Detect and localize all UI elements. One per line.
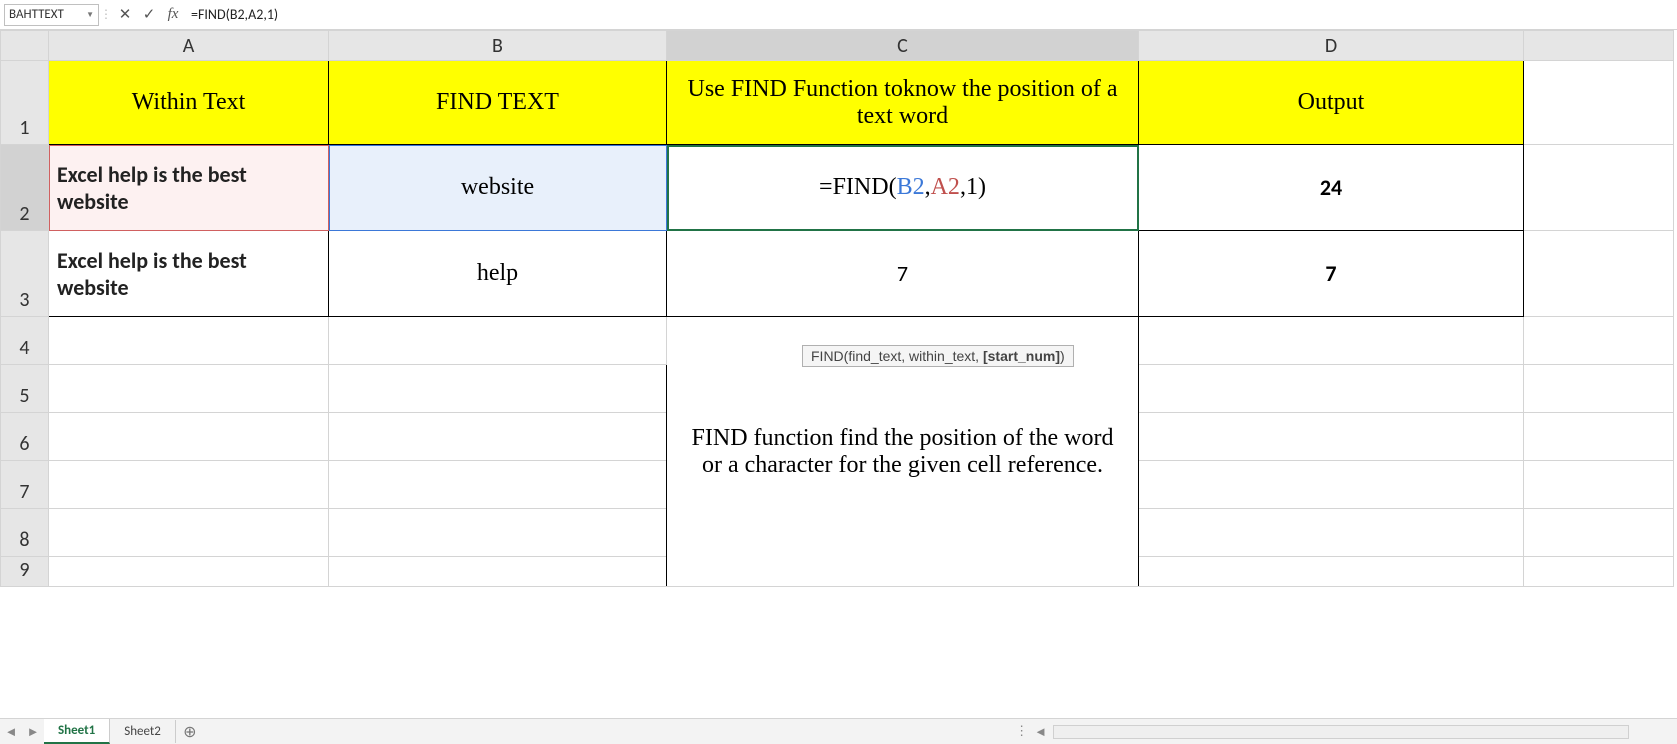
name-box[interactable]: BAHTTEXT ▼ — [4, 4, 99, 26]
tooltip-args: (find_text, within_text, — [844, 348, 983, 364]
select-all-corner[interactable] — [1, 31, 49, 61]
scroll-sep-icon: ⋮ — [1015, 724, 1028, 739]
tooltip-bold-arg: [start_num] — [983, 348, 1060, 364]
cell-E2[interactable] — [1524, 145, 1674, 231]
cell-E9[interactable] — [1524, 557, 1674, 587]
cell-C2[interactable]: =FIND(B2,A2,1) — [667, 145, 1139, 231]
row-header-6[interactable]: 6 — [1, 413, 49, 461]
row-header-8[interactable]: 8 — [1, 509, 49, 557]
cell-A2[interactable]: Excel help is the best website — [49, 145, 329, 231]
row-header-4[interactable]: 4 — [1, 317, 49, 365]
note-text: FIND function find the position of the w… — [667, 415, 1138, 489]
enter-icon[interactable]: ✓ — [137, 4, 161, 26]
tooltip-fn: FIND — [811, 348, 844, 364]
cell-C1[interactable]: Use FIND Function toknow the position of… — [667, 61, 1139, 145]
cell-A8[interactable] — [49, 509, 329, 557]
cell-B1[interactable]: FIND TEXT — [329, 61, 667, 145]
row-header-1[interactable]: 1 — [1, 61, 49, 145]
cell-D6[interactable] — [1139, 413, 1524, 461]
row-header-2[interactable]: 2 — [1, 145, 49, 231]
cell-D9[interactable] — [1139, 557, 1524, 587]
formula-ref-b2: B2 — [897, 174, 925, 200]
sheet-tab-2[interactable]: Sheet2 — [110, 720, 176, 743]
col-header-D[interactable]: D — [1139, 31, 1524, 61]
name-box-value: BAHTTEXT — [9, 7, 64, 22]
sheet-tab-bar: ◄ ► Sheet1 Sheet2 ⊕ ⋮ ◄ — [0, 718, 1677, 744]
cell-E6[interactable] — [1524, 413, 1674, 461]
function-tooltip: FIND(find_text, within_text, [start_num]… — [802, 345, 1074, 367]
cell-E4[interactable] — [1524, 317, 1674, 365]
row-header-3[interactable]: 3 — [1, 231, 49, 317]
cell-E5[interactable] — [1524, 365, 1674, 413]
cell-B4[interactable] — [329, 317, 667, 365]
cell-E7[interactable] — [1524, 461, 1674, 509]
cell-B9[interactable] — [329, 557, 667, 587]
grid: A B C D 1 Within Text FIND TEXT Use FIND… — [0, 30, 1677, 718]
cell-B3[interactable]: help — [329, 231, 667, 317]
cell-A1[interactable]: Within Text — [49, 61, 329, 145]
cell-A7[interactable] — [49, 461, 329, 509]
formula-ref-a2: A2 — [931, 174, 960, 200]
formula-prefix: =FIND( — [819, 174, 897, 200]
tab-nav-next-icon[interactable]: ► — [22, 724, 44, 740]
formula-input[interactable]: =FIND(B2,A2,1) — [185, 6, 1185, 23]
tab-nav-prev-icon[interactable]: ◄ — [0, 724, 22, 740]
tooltip-close: ) — [1060, 348, 1065, 364]
cell-A3[interactable]: Excel help is the best website — [49, 231, 329, 317]
col-header-B[interactable]: B — [329, 31, 667, 61]
horizontal-scroll[interactable]: ⋮ ◄ — [1015, 724, 1637, 740]
cell-D1[interactable]: Output — [1139, 61, 1524, 145]
formula-tail: ,1) — [960, 174, 986, 200]
cell-A5[interactable] — [49, 365, 329, 413]
cell-E1[interactable] — [1524, 61, 1674, 145]
cell-B6[interactable] — [329, 413, 667, 461]
cell-A9[interactable] — [49, 557, 329, 587]
row-header-7[interactable]: 7 — [1, 461, 49, 509]
cell-B8[interactable] — [329, 509, 667, 557]
col-header-E[interactable] — [1524, 31, 1674, 61]
col-header-A[interactable]: A — [49, 31, 329, 61]
cell-E3[interactable] — [1524, 231, 1674, 317]
cell-C3[interactable]: 7 — [667, 231, 1139, 317]
cell-D8[interactable] — [1139, 509, 1524, 557]
cancel-icon[interactable]: ✕ — [113, 4, 137, 26]
cell-D4[interactable] — [1139, 317, 1524, 365]
col-header-C[interactable]: C — [667, 31, 1139, 61]
scroll-track[interactable] — [1053, 725, 1629, 739]
formula-display: =FIND(B2,A2,1) — [819, 174, 986, 200]
cell-D7[interactable] — [1139, 461, 1524, 509]
cell-B7[interactable] — [329, 461, 667, 509]
cell-D5[interactable] — [1139, 365, 1524, 413]
cell-B5[interactable] — [329, 365, 667, 413]
cell-B2[interactable]: website — [329, 145, 667, 231]
add-sheet-icon[interactable]: ⊕ — [176, 722, 204, 742]
cell-E8[interactable] — [1524, 509, 1674, 557]
scroll-left-icon[interactable]: ◄ — [1034, 724, 1047, 740]
name-box-dropdown-icon[interactable]: ▼ — [86, 10, 94, 20]
cell-D3[interactable]: 7 — [1139, 231, 1524, 317]
cell-A4[interactable] — [49, 317, 329, 365]
fx-icon[interactable]: fx — [161, 4, 185, 26]
row-header-9[interactable]: 9 — [1, 557, 49, 587]
cell-A6[interactable] — [49, 413, 329, 461]
cell-D2[interactable]: 24 — [1139, 145, 1524, 231]
formula-bar: BAHTTEXT ▼ ⋮ ✕ ✓ fx =FIND(B2,A2,1) — [0, 0, 1677, 30]
row-header-5[interactable]: 5 — [1, 365, 49, 413]
separator: ⋮ — [99, 7, 113, 22]
sheet-tab-1[interactable]: Sheet1 — [44, 719, 110, 744]
